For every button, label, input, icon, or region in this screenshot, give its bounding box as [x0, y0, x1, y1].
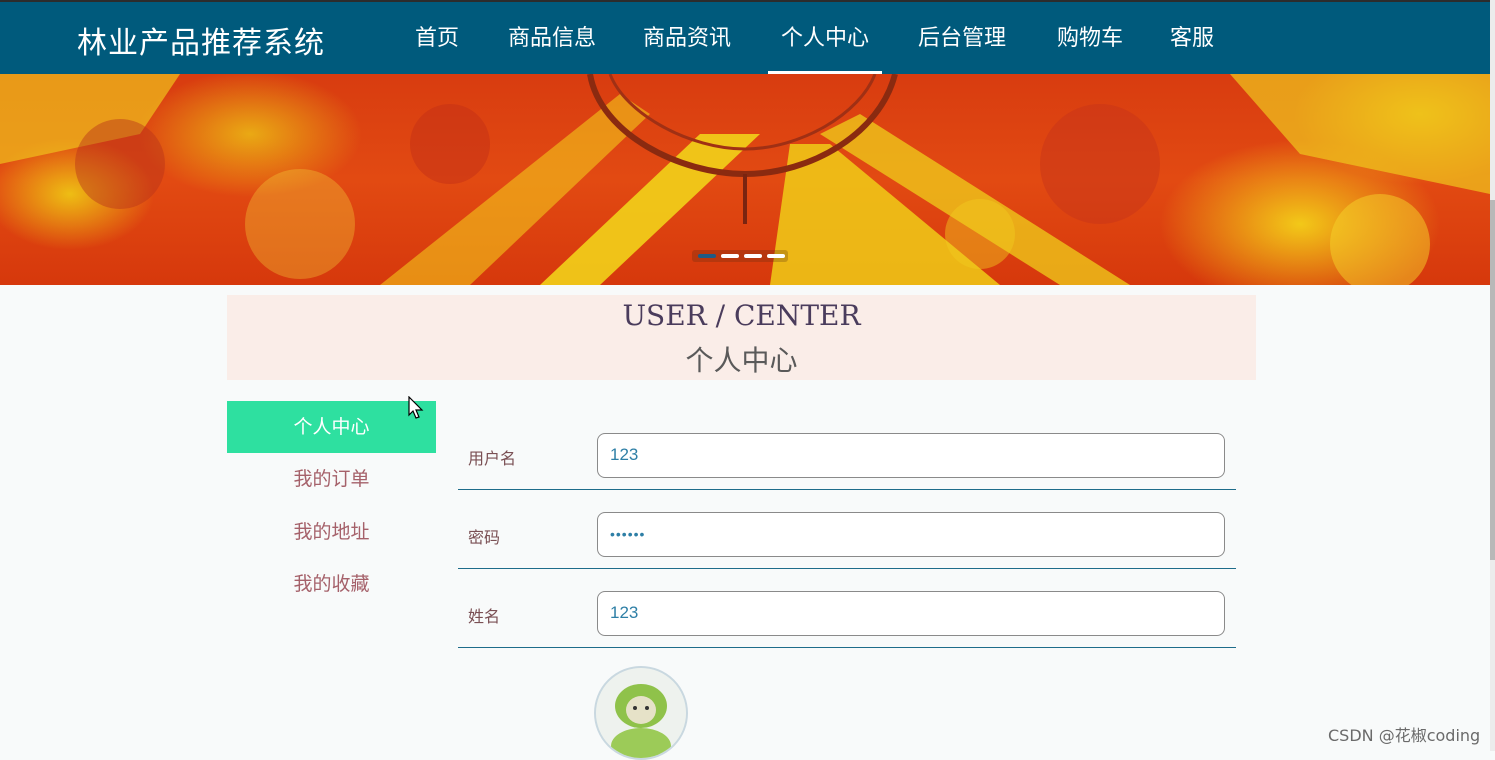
password-label: 密码: [468, 528, 501, 547]
nav-item-admin[interactable]: 后台管理: [915, 20, 1009, 72]
name-label: 姓名: [468, 607, 501, 626]
navbar: 林业产品推荐系统 首页 商品信息 商品资讯 个人中心 后台管理 购物车 客服: [0, 2, 1490, 74]
carousel-dot[interactable]: [744, 254, 762, 258]
divider: [458, 568, 1236, 569]
nav-item-news[interactable]: 商品资讯: [640, 20, 734, 72]
divider: [458, 647, 1236, 648]
password-input[interactable]: ••••••: [597, 512, 1225, 557]
banner-carousel[interactable]: [0, 74, 1490, 285]
sidebar-item-my-favorites[interactable]: 我的收藏: [227, 558, 436, 610]
nav-item-home[interactable]: 首页: [413, 20, 461, 72]
nav-item-products[interactable]: 商品信息: [505, 20, 599, 72]
avatar-image: [596, 668, 686, 758]
sidebar-item-my-orders[interactable]: 我的订单: [227, 453, 436, 505]
nav-item-cart[interactable]: 购物车: [1054, 20, 1126, 72]
username-label: 用户名: [468, 449, 517, 468]
nav-item-user-center[interactable]: 个人中心: [768, 20, 882, 74]
mouse-cursor-icon: [408, 396, 424, 419]
username-input[interactable]: 123: [597, 433, 1225, 478]
site-brand[interactable]: 林业产品推荐系统: [77, 18, 325, 62]
page-title-en: USER / CENTER: [622, 299, 861, 332]
carousel-dot[interactable]: [767, 254, 785, 258]
sidebar-item-my-address[interactable]: 我的地址: [227, 506, 436, 558]
divider: [458, 489, 1236, 490]
page-title-box: USER / CENTER 个人中心: [227, 295, 1256, 380]
carousel-dot[interactable]: [698, 254, 716, 258]
name-input[interactable]: 123: [597, 591, 1225, 636]
watermark: CSDN @花椒coding: [1328, 726, 1481, 745]
carousel-dot[interactable]: [721, 254, 739, 258]
page-title-cn: 个人中心: [685, 344, 798, 377]
avatar[interactable]: [594, 666, 688, 760]
nav-item-support[interactable]: 客服: [1168, 20, 1216, 72]
carousel-indicators: [692, 250, 788, 262]
scrollbar-thumb[interactable]: [1490, 200, 1495, 560]
sidebar-item-user-center[interactable]: 个人中心: [227, 401, 436, 453]
